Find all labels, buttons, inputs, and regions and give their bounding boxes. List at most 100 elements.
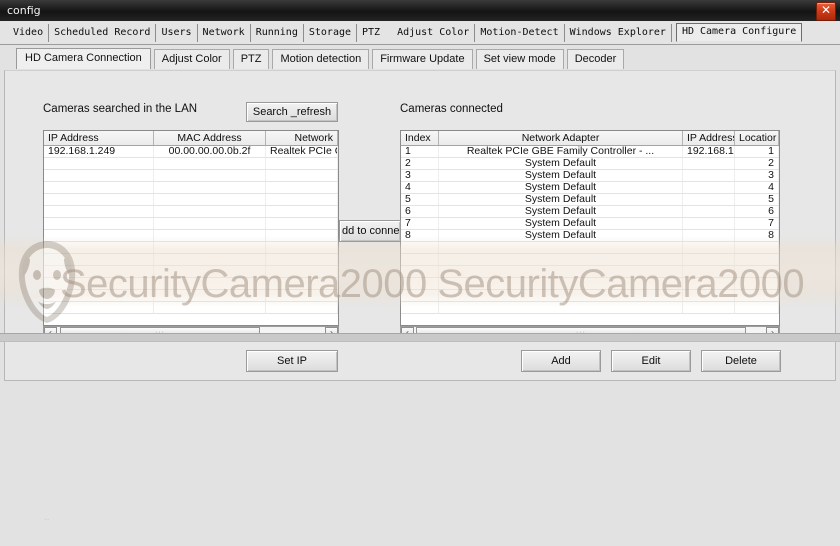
main-tab-windows-explorer[interactable]: Windows Explorer	[565, 23, 672, 42]
table-row[interactable]: 2 System Default 2	[401, 158, 779, 170]
connected-table-cell-empty	[401, 242, 439, 253]
table-row-empty[interactable]	[44, 194, 338, 206]
main-tab-network[interactable]: Network	[198, 23, 251, 42]
sub-tab-ptz[interactable]: PTZ	[232, 48, 270, 69]
close-icon[interactable]: ✕	[816, 2, 836, 21]
main-tab-hd-camera-configure[interactable]: HD Camera Configure	[675, 23, 803, 42]
table-row-empty[interactable]	[401, 242, 779, 254]
lan-table-cell-empty	[44, 182, 154, 193]
connected-table-cell-empty	[683, 266, 735, 277]
table-row-empty[interactable]	[44, 218, 338, 230]
lan-table-cell-empty	[266, 158, 338, 169]
lan-table-cell-empty	[266, 290, 338, 301]
table-row[interactable]: 5 System Default 5	[401, 194, 779, 206]
lan-table-cell-empty	[154, 266, 266, 277]
table-row-empty[interactable]	[44, 206, 338, 218]
lan-table-cell-empty	[266, 170, 338, 181]
set-ip-button[interactable]: Set IP	[246, 350, 338, 372]
lan-table-cell-empty	[44, 278, 154, 289]
main-tab-motion-detect[interactable]: Motion-Detect	[475, 23, 565, 42]
table-row-empty[interactable]	[401, 266, 779, 278]
connected-table-column-header[interactable]: IP Address	[683, 131, 735, 145]
connected-table-column-header[interactable]: Network Adapter	[439, 131, 683, 145]
sub-tab-motion-detection[interactable]: Motion detection	[272, 48, 370, 69]
sub-tab-strip: HD Camera Connection Adjust Color PTZ Motio…	[0, 46, 840, 71]
table-row-empty[interactable]	[44, 170, 338, 182]
table-row[interactable]: 6 System Default 6	[401, 206, 779, 218]
table-row[interactable]: 3 System Default 3	[401, 170, 779, 182]
connected-table-cell: System Default	[439, 206, 683, 217]
connected-table-body: 1 Realtek PCIe GBE Family Controller - ..…	[401, 146, 779, 314]
lan-cameras-table[interactable]: IP Address MAC Address Network 192.168.1.2…	[43, 130, 339, 326]
connected-table-cell: System Default	[439, 182, 683, 193]
table-row[interactable]: 7 System Default 7	[401, 218, 779, 230]
main-tab-scheduled-record[interactable]: Scheduled Record	[49, 23, 157, 42]
connected-table-cell-empty	[439, 242, 683, 253]
connected-table-cell: 5	[735, 194, 779, 205]
table-row-empty[interactable]	[401, 290, 779, 302]
table-row[interactable]: 192.168.1.249 00.00.00.00.0b.2f Realtek PC…	[44, 146, 338, 158]
table-row-empty[interactable]	[44, 302, 338, 314]
table-row-empty[interactable]	[44, 290, 338, 302]
table-row-empty[interactable]	[44, 182, 338, 194]
connected-table-cell-empty	[683, 278, 735, 289]
connected-cameras-table[interactable]: Index Network Adapter IP Address Locatior 1…	[400, 130, 780, 326]
table-row-empty[interactable]	[44, 254, 338, 266]
connected-table-cell: 8	[401, 230, 439, 241]
connected-table-cell: Realtek PCIe GBE Family Controller - ...	[439, 146, 683, 157]
table-row[interactable]: 4 System Default 4	[401, 182, 779, 194]
connected-table-column-header[interactable]: Index	[401, 131, 439, 145]
lan-table-cell-empty	[266, 302, 338, 313]
sub-tab-adjust-color[interactable]: Adjust Color	[153, 48, 230, 69]
table-row-empty[interactable]	[401, 302, 779, 314]
connected-table-cell	[683, 182, 735, 193]
connected-table-cell: 6	[735, 206, 779, 217]
connected-table-cell: System Default	[439, 194, 683, 205]
connected-table-cell: System Default	[439, 158, 683, 169]
connected-table-cell-empty	[683, 302, 735, 313]
main-tab-ptz[interactable]: PTZ	[357, 24, 392, 42]
main-tab-running[interactable]: Running	[251, 23, 304, 42]
search-refresh-button[interactable]: Search _refresh	[246, 102, 338, 122]
main-tab-video[interactable]: Video	[8, 23, 50, 42]
sub-tab-decoder[interactable]: Decoder	[566, 48, 625, 69]
main-tab-storage[interactable]: Storage	[304, 23, 358, 42]
table-row-empty[interactable]	[44, 278, 338, 290]
table-row[interactable]: 1 Realtek PCIe GBE Family Controller - ..…	[401, 146, 779, 158]
delete-button[interactable]: Delete	[701, 350, 781, 372]
lan-table-cell-empty	[154, 218, 266, 229]
connected-table-cell: 7	[401, 218, 439, 229]
lan-table-cell: 192.168.1.249	[44, 146, 154, 157]
main-tab-adjust-color[interactable]: Adjust Color	[392, 23, 476, 42]
connected-table-cell-empty	[401, 254, 439, 265]
lan-table-cell-empty	[154, 230, 266, 241]
table-row-empty[interactable]	[401, 278, 779, 290]
table-row-empty[interactable]	[44, 230, 338, 242]
connected-table-cell-empty	[439, 302, 683, 313]
connected-table-cell	[683, 218, 735, 229]
add-to-connect-button[interactable]: dd to conne	[339, 220, 401, 242]
lan-table-column-header[interactable]: Network	[266, 131, 338, 145]
connected-table-cell: 3	[735, 170, 779, 181]
table-row-empty[interactable]	[44, 266, 338, 278]
sub-tab-firmware-update[interactable]: Firmware Update	[372, 48, 473, 69]
edit-button[interactable]: Edit	[611, 350, 691, 372]
main-tab-users[interactable]: Users	[156, 23, 198, 42]
lan-table-column-header[interactable]: MAC Address	[154, 131, 266, 145]
table-row[interactable]: 8 System Default 8	[401, 230, 779, 242]
lan-table-cell-empty	[154, 194, 266, 205]
sub-tab-hd-camera-connection[interactable]: HD Camera Connection	[16, 48, 151, 69]
table-row-empty[interactable]	[44, 242, 338, 254]
connected-table-column-header[interactable]: Locatior	[735, 131, 779, 145]
connected-table-cell-empty	[683, 254, 735, 265]
lan-table-cell-empty	[44, 230, 154, 241]
connected-table-cell-empty	[683, 242, 735, 253]
sub-tab-set-view-mode[interactable]: Set view mode	[475, 48, 564, 69]
connected-table-cell	[683, 170, 735, 181]
connected-cameras-label: Cameras connected	[400, 103, 503, 115]
table-row-empty[interactable]	[401, 254, 779, 266]
lan-table-column-header[interactable]: IP Address	[44, 131, 154, 145]
add-button[interactable]: Add	[521, 350, 601, 372]
table-row-empty[interactable]	[44, 158, 338, 170]
connected-table-cell-empty	[401, 302, 439, 313]
